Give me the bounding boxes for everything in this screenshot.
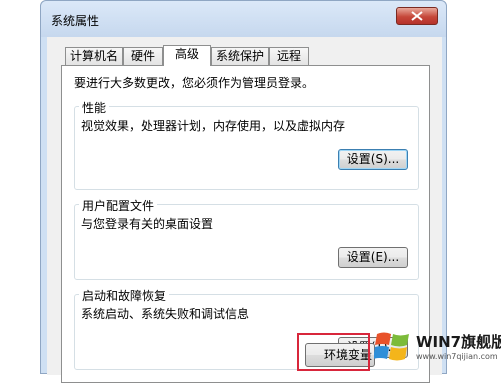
user-profiles-group: 用户配置文件 与您登录有关的桌面设置 设置(E)... [74, 197, 419, 280]
startup-recovery-description: 系统启动、系统失败和调试信息 [81, 307, 250, 321]
close-icon [411, 11, 423, 21]
startup-recovery-group-title: 启动和故障恢复 [79, 287, 170, 304]
performance-group-title: 性能 [79, 99, 110, 116]
admin-note: 要进行大多数更改，您必须作为管理员登录。 [74, 76, 315, 90]
tab-advanced[interactable]: 高级 [163, 45, 211, 66]
tab-remote[interactable]: 远程 [269, 47, 309, 65]
performance-settings-button[interactable]: 设置(S)... [338, 149, 408, 170]
performance-group: 性能 视觉效果，处理器计划，内存使用，以及虚拟内存 设置(S)... [74, 99, 419, 190]
watermark-text: WIN7旗舰版 [416, 333, 501, 351]
tab-computer-name[interactable]: 计算机名 [65, 47, 123, 65]
close-button[interactable] [396, 7, 438, 25]
system-properties-window: 系统属性 计算机名 硬件 高级 系统保护 远程 要进行大多数更改，您必须作为管理… [40, 0, 447, 383]
performance-description: 视觉效果，处理器计划，内存使用，以及虚拟内存 [81, 119, 346, 133]
windows-logo-icon [374, 332, 409, 361]
window-title: 系统属性 [51, 14, 100, 28]
highlight-box [297, 333, 370, 371]
title-bar[interactable]: 系统属性 [41, 1, 446, 37]
tab-system-protection[interactable]: 系统保护 [211, 47, 269, 65]
user-profiles-settings-button[interactable]: 设置(E)... [338, 247, 408, 268]
user-profiles-group-title: 用户配置文件 [79, 197, 158, 214]
watermark: WIN7旗舰版 www.win7qijian.com [368, 322, 501, 374]
tab-hardware[interactable]: 硬件 [123, 47, 163, 65]
user-profiles-description: 与您登录有关的桌面设置 [81, 217, 214, 231]
watermark-url: www.win7qijian.com [416, 352, 498, 361]
